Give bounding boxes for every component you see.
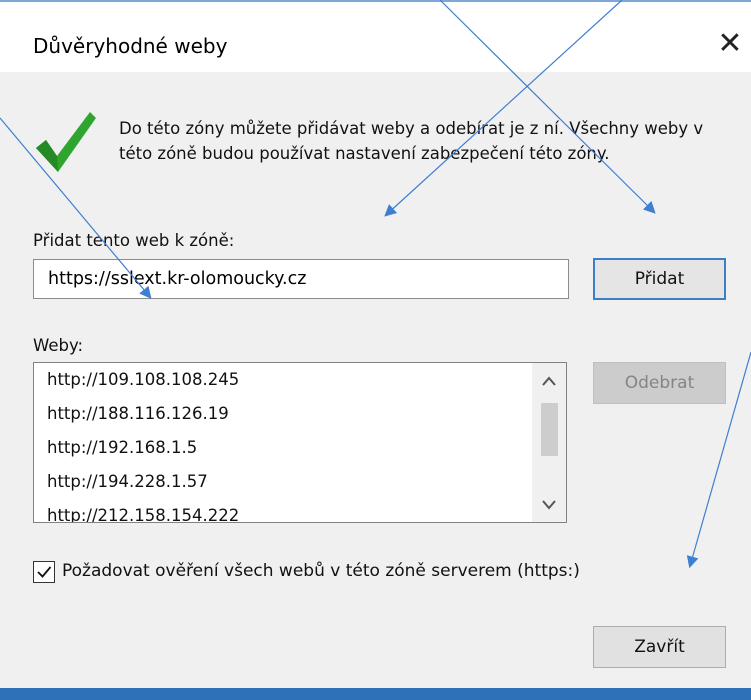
close-button[interactable]: Zavřít: [593, 626, 726, 668]
list-item[interactable]: http://194.228.1.57: [34, 465, 530, 499]
remove-button[interactable]: Odebrat: [593, 362, 726, 404]
annotation-arrows: [0, 0, 751, 569]
title-bar: Důvěryhodné weby ✕: [0, 2, 751, 72]
websites-list-items: http://109.108.108.245 http://188.116.12…: [34, 363, 530, 522]
list-item[interactable]: http://192.168.1.5: [34, 431, 530, 465]
dialog-title: Důvěryhodné weby: [33, 34, 228, 58]
close-icon[interactable]: ✕: [712, 26, 748, 62]
checkmark-icon: [37, 566, 52, 578]
websites-label: Weby:: [33, 336, 84, 355]
list-item[interactable]: http://188.116.126.19: [34, 397, 530, 431]
list-scrollbar[interactable]: [532, 363, 566, 522]
list-item[interactable]: http://109.108.108.245: [34, 363, 530, 397]
zone-description: Do této zóny můžete přidávat weby a odeb…: [119, 119, 704, 163]
add-button[interactable]: Přidat: [593, 258, 726, 300]
require-https-checkbox[interactable]: [33, 561, 55, 583]
green-checkmark-icon: [36, 112, 96, 172]
websites-list[interactable]: http://109.108.108.245 http://188.116.12…: [33, 362, 567, 523]
require-https-label[interactable]: Požadovat ověření všech webů v této zóně…: [62, 561, 580, 581]
scroll-thumb[interactable]: [541, 403, 558, 456]
scroll-down-icon[interactable]: [532, 489, 566, 521]
list-item[interactable]: http://212.158.154.222: [34, 499, 530, 522]
trusted-sites-dialog: Důvěryhodné weby ✕ Do této zóny můžete p…: [0, 0, 751, 700]
add-site-input[interactable]: [33, 259, 569, 299]
scroll-up-icon[interactable]: [532, 365, 566, 397]
taskbar-strip: [0, 688, 751, 700]
add-site-label: Přidat tento web k zóně:: [33, 231, 235, 250]
